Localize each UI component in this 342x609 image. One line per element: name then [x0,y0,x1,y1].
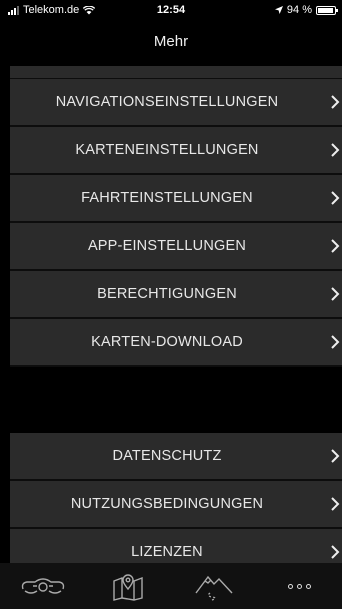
chevron-right-icon [331,191,340,205]
menu-item-terms-of-use[interactable]: NUTZUNGSBEDINGUNGEN [10,481,342,529]
chevron-right-icon [331,143,340,157]
menu-item-label: BERECHTIGUNGEN [97,286,237,302]
tab-more[interactable] [269,566,329,606]
chevron-right-icon [331,497,340,511]
battery-percent: 94 % [286,4,312,16]
more-dots-icon [287,583,311,589]
tab-map[interactable] [98,566,158,606]
chevron-right-icon [331,335,340,349]
chevron-right-icon [331,545,340,559]
map-pin-icon [113,574,143,601]
tab-ride[interactable] [13,566,73,606]
menu-item-label: KARTENEINSTELLUNGEN [75,142,259,158]
chevron-right-icon [331,95,340,109]
menu-item-map-settings[interactable]: KARTENEINSTELLUNGEN [10,127,342,175]
menu-top-spacer [10,66,342,79]
mountain-route-icon [195,575,233,601]
battery-icon [316,5,338,15]
menu-item-label: NAVIGATIONSEINSTELLUNGEN [55,94,279,110]
status-bar: Telekom.de 12:54 94 % [0,0,342,20]
menu-item-label: APP-EINSTELLUNGEN [87,238,247,254]
chevron-right-icon [331,287,340,301]
status-right: 94 % [274,4,338,16]
location-arrow-icon [274,6,283,14]
section-gap [10,367,342,433]
tab-bar [0,563,342,609]
menu-item-privacy[interactable]: DATENSCHUTZ [10,433,342,481]
menu-item-permissions[interactable]: BERECHTIGUNGEN [10,271,342,319]
menu-item-ride-settings[interactable]: FAHRTEINSTELLUNGEN [10,175,342,223]
menu-item-app-settings[interactable]: APP-EINSTELLUNGEN [10,223,342,271]
menu-item-label: FAHRTEINSTELLUNGEN [81,190,253,206]
menu-item-label: DATENSCHUTZ [112,448,222,464]
motorcycle-icon [21,578,64,594]
chevron-right-icon [331,239,340,253]
menu-item-label: LIZENZEN [131,544,203,560]
tab-routes[interactable] [184,566,244,606]
settings-menu: NAVIGATIONSEINSTELLUNGEN KARTENEINSTELLU… [10,66,342,577]
page-title: Mehr [153,33,189,50]
menu-item-map-download[interactable]: KARTEN-DOWNLOAD [10,319,342,367]
menu-item-navigation-settings[interactable]: NAVIGATIONSEINSTELLUNGEN [10,79,342,127]
chevron-right-icon [331,449,340,463]
menu-item-label: NUTZUNGSBEDINGUNGEN [70,496,264,512]
battery-fill [318,7,333,13]
menu-item-label: KARTEN-DOWNLOAD [91,334,243,350]
more-screen: Telekom.de 12:54 94 % Mehr NAVIGATIONSEI… [0,0,342,609]
